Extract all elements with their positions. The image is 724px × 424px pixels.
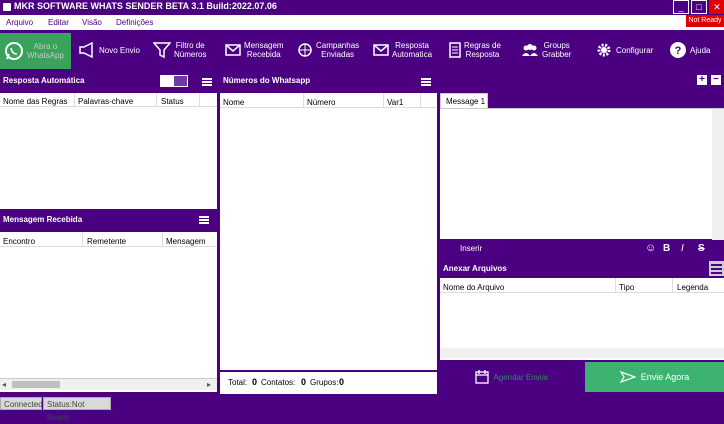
col-keywords[interactable]: Palavras-chave <box>78 97 133 106</box>
groups-label: Grupos: <box>310 378 339 387</box>
numbers-header: Números do Whatsapp <box>220 73 437 89</box>
scroll-thumb[interactable] <box>12 381 60 388</box>
auto-reply-menu-icon[interactable] <box>202 78 212 86</box>
col-file-name[interactable]: Nome do Arquivo <box>443 283 504 292</box>
italic-button[interactable]: I <box>681 243 684 254</box>
settings-button[interactable]: Configurar <box>595 31 653 69</box>
total-label: Total: <box>228 378 248 387</box>
gear-icon <box>597 43 611 57</box>
attach-hscrollbar[interactable] <box>440 348 724 358</box>
col-number[interactable]: Número <box>307 98 335 107</box>
document-icon <box>449 42 461 58</box>
attach-title: Anexar Arquivos <box>443 264 507 273</box>
numbers-table: Nome Número Var1 <box>220 93 437 370</box>
send-now-button[interactable]: Envie Agora <box>585 362 724 392</box>
svg-text:?: ? <box>675 45 682 57</box>
format-bar: Inserir ☺ B I S <box>440 240 724 257</box>
strikethrough-button[interactable]: S <box>698 243 705 254</box>
auto-reply-title: Resposta Automática <box>3 76 85 85</box>
sent-campaigns-button[interactable]: Campanhas Enviadas <box>297 31 359 69</box>
whatsapp-icon <box>5 42 23 60</box>
bold-button[interactable]: B <box>663 243 670 254</box>
app-status: Status:Not Ready <box>43 397 111 422</box>
minimize-button[interactable]: _ <box>673 0 689 14</box>
groups-value: 0 <box>339 377 345 387</box>
help-button[interactable]: ? Ajuda <box>669 31 710 69</box>
emoji-icon[interactable]: ☺ <box>645 242 656 254</box>
maximize-button[interactable]: □ <box>691 0 707 14</box>
received-message-button[interactable]: Mensagem Recebida <box>225 31 284 69</box>
col-type[interactable]: Tipo <box>619 283 634 292</box>
col-rule-name[interactable]: Nome das Regras <box>3 97 67 106</box>
editor-vscrollbar[interactable] <box>712 109 724 240</box>
not-ready-badge: Not Ready <box>686 15 724 27</box>
totals-bar: Total: 0 Contatos: 0 Grupos: 0 <box>220 372 437 394</box>
attach-table: Nome do Arquivo Tipo Legenda <box>440 278 724 360</box>
col-status[interactable]: Status <box>161 97 184 106</box>
attach-header: Anexar Arquivos <box>440 260 724 277</box>
auto-reply-table: Nome das Regras Palavras-chave Status <box>0 93 217 209</box>
col-name[interactable]: Nome <box>223 98 244 107</box>
message-editor[interactable] <box>440 108 724 240</box>
send-icon <box>619 371 636 383</box>
contacts-value: 0 <box>301 377 307 387</box>
open-whatsapp-button[interactable]: Abra o WhatsApp <box>0 33 71 69</box>
campaign-icon <box>298 43 312 57</box>
menu-definicoes[interactable]: Definições <box>116 18 153 27</box>
col-date[interactable]: Encontro <box>3 237 35 246</box>
window-title: MKR SOFTWARE WHATS SENDER BETA 3.1 Build… <box>14 1 277 11</box>
app-icon <box>3 3 11 11</box>
attach-menu-icon[interactable] <box>709 261 724 276</box>
received-table: Encontro Remetente Mensagem ◂ ▸ <box>0 232 217 392</box>
connection-status: Connected <box>0 397 43 410</box>
groups-grabber-button[interactable]: Groups Grabber <box>521 31 571 69</box>
help-icon: ? <box>670 42 686 58</box>
numbers-title: Números do Whatsapp <box>223 76 311 85</box>
calendar-icon <box>475 370 490 384</box>
users-icon <box>522 44 538 56</box>
remove-message-icon[interactable]: − <box>711 75 721 85</box>
envelope-icon <box>225 44 241 56</box>
menu-visao[interactable]: Visão <box>82 18 102 27</box>
close-button[interactable]: ✕ <box>709 0 724 14</box>
menu-editar[interactable]: Editar <box>48 18 69 27</box>
total-value: 0 <box>252 377 258 387</box>
menu-arquivo[interactable]: Arquivo <box>6 18 33 27</box>
insert-button[interactable]: Inserir <box>460 244 482 253</box>
auto-reply-button[interactable]: Resposta Automatica <box>373 31 432 69</box>
received-menu-icon[interactable] <box>199 216 209 224</box>
col-var1[interactable]: Var1 <box>387 98 403 107</box>
received-title: Mensagem Recebida <box>3 215 83 224</box>
reply-mail-icon <box>373 44 389 56</box>
received-header: Mensagem Recebida <box>0 212 217 228</box>
schedule-send-button[interactable]: Agendar Enviar <box>440 362 584 392</box>
contacts-label: Contatos: <box>261 378 296 387</box>
col-caption[interactable]: Legenda <box>677 283 708 292</box>
tab-message-1[interactable]: Message 1 <box>440 93 488 108</box>
add-message-icon[interactable]: + <box>697 75 707 85</box>
col-message[interactable]: Mensagem <box>166 237 206 246</box>
filter-icon <box>153 42 171 59</box>
menu-bar: Arquivo Editar Visão Definições <box>0 15 724 30</box>
numbers-menu-icon[interactable] <box>421 78 431 86</box>
number-filter-button[interactable]: Filtro de Números <box>153 31 206 69</box>
reply-rules-button[interactable]: Regras de Resposta <box>449 31 501 69</box>
megaphone-icon <box>79 42 93 58</box>
auto-reply-toggle[interactable] <box>160 75 188 87</box>
new-send-button[interactable]: Novo Envio <box>78 31 140 69</box>
col-sender[interactable]: Remetente <box>87 237 126 246</box>
title-bar: MKR SOFTWARE WHATS SENDER BETA 3.1 Build… <box>0 0 724 15</box>
received-hscrollbar[interactable]: ◂ ▸ <box>0 378 217 390</box>
